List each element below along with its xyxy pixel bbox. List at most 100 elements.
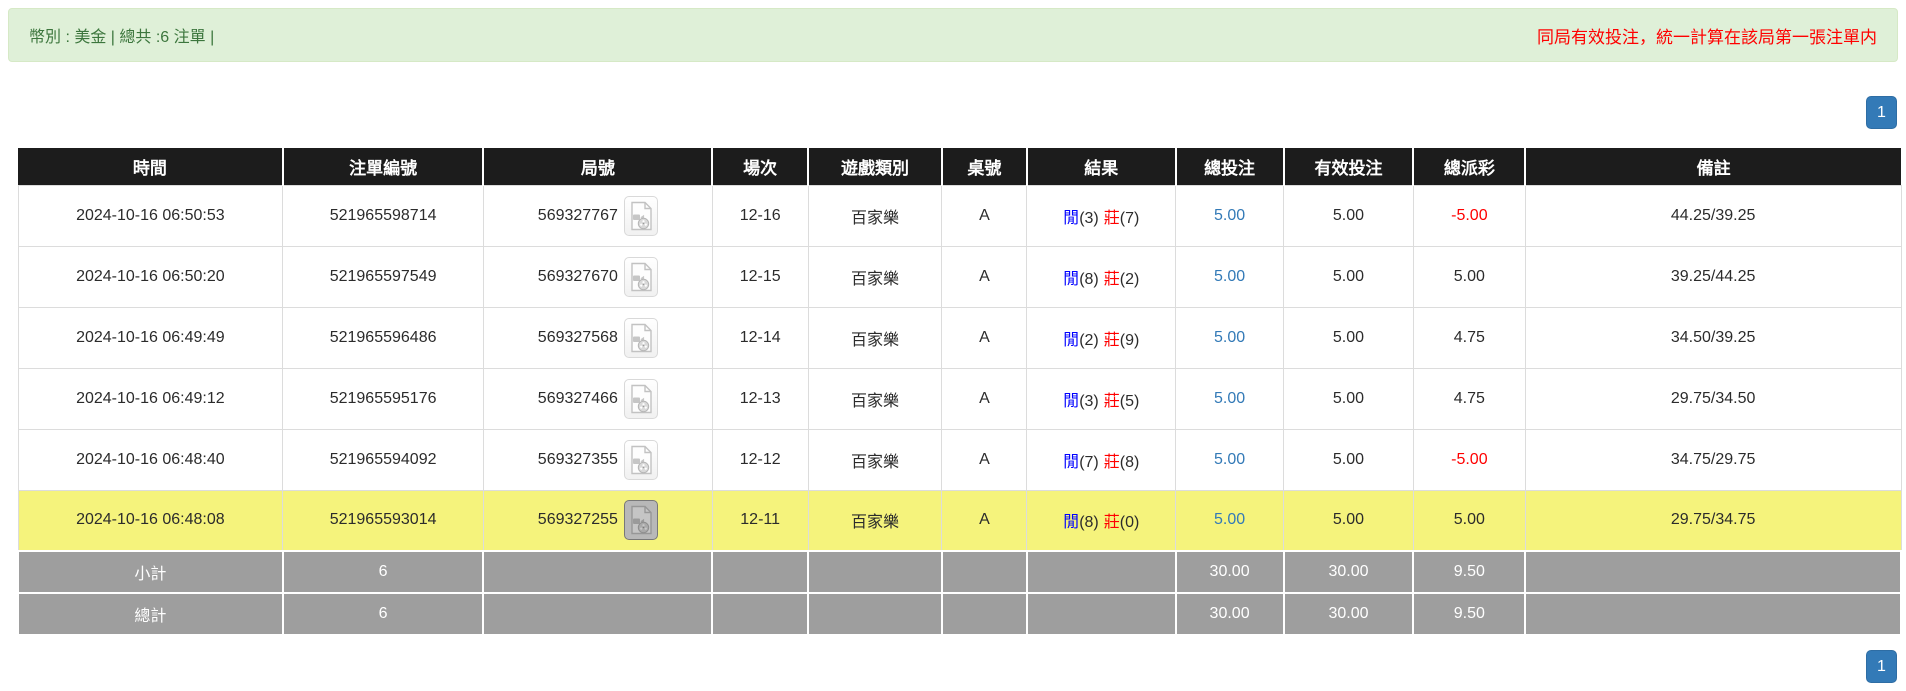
banker-result-label: 莊 [1104,514,1120,531]
result-cell: 閒(3)莊(5) [1027,368,1176,429]
time-cell: 2024-10-16 06:49:49 [18,307,283,368]
payout-cell: 5.00 [1413,490,1525,551]
currency-summary-text: 幣別 : 美金 | 總共 :6 注單 | [29,23,214,47]
bet-id-cell: 521965595176 [283,368,484,429]
subtotal-valid-bet: 30.00 [1284,551,1414,593]
player-result-label: 閒 [1063,271,1079,288]
round-cell: 569327670 [483,246,712,307]
table-body: 2024-10-16 06:50:53 521965598714 5693277… [18,185,1901,635]
subtotal-payout: 9.50 [1413,551,1525,593]
payout-cell: 4.75 [1413,368,1525,429]
payout-cell: -5.00 [1413,429,1525,490]
video-replay-button[interactable] [624,196,658,236]
video-file-icon [629,201,653,231]
table-no-cell: A [942,368,1027,429]
column-header: 總投注 [1176,148,1284,185]
total-empty-cell [1525,593,1901,635]
total-bet-link[interactable]: 5.00 [1214,451,1245,468]
banker-result-label: 莊 [1104,454,1120,471]
player-result-label: 閒 [1063,454,1079,471]
video-file-icon [629,505,653,535]
player-result-score: (8) [1079,271,1099,288]
player-result-score: (2) [1079,332,1099,349]
valid-bet-cell: 5.00 [1284,185,1414,246]
bet-id-cell: 521965594092 [283,429,484,490]
subtotal-empty-cell [1525,551,1901,593]
total-bet-cell: 5.00 [1176,368,1284,429]
time-cell: 2024-10-16 06:48:08 [18,490,283,551]
remark-cell: 29.75/34.75 [1525,490,1901,551]
game-type-cell: 百家樂 [808,429,942,490]
payout-cell: 5.00 [1413,246,1525,307]
banker-result-label: 莊 [1104,393,1120,410]
video-file-icon [629,323,653,353]
payout-cell: -5.00 [1413,185,1525,246]
video-replay-button[interactable] [624,440,658,480]
column-header: 時間 [18,148,283,185]
time-cell: 2024-10-16 06:50:20 [18,246,283,307]
total-empty-cell [1027,593,1176,635]
subtotal-empty-cell [483,551,712,593]
table-no-cell: A [942,307,1027,368]
total-bet-cell: 5.00 [1176,490,1284,551]
banker-result-score: (9) [1120,332,1140,349]
column-header: 局號 [483,148,712,185]
video-replay-button[interactable] [624,318,658,358]
valid-bet-cell: 5.00 [1284,368,1414,429]
banker-result-score: (7) [1120,210,1140,227]
subtotal-count: 6 [283,551,484,593]
remark-cell: 39.25/44.25 [1525,246,1901,307]
video-replay-button[interactable] [624,500,658,540]
banker-result-score: (5) [1120,393,1140,410]
total-bet-link[interactable]: 5.00 [1214,268,1245,285]
remark-cell: 44.25/39.25 [1525,185,1901,246]
page-1-button-top[interactable]: 1 [1866,96,1897,129]
total-payout: 9.50 [1413,593,1525,635]
remark-cell: 29.75/34.50 [1525,368,1901,429]
time-cell: 2024-10-16 06:48:40 [18,429,283,490]
total-bet-cell: 5.00 [1176,185,1284,246]
total-bet-link[interactable]: 5.00 [1214,207,1245,224]
game-type-cell: 百家樂 [808,307,942,368]
round-id: 569327568 [538,329,618,346]
valid-bet-cell: 5.00 [1284,307,1414,368]
round-cell: 569327568 [483,307,712,368]
valid-bet-cell: 5.00 [1284,429,1414,490]
total-bet-cell: 5.00 [1176,307,1284,368]
game-type-cell: 百家樂 [808,490,942,551]
remark-cell: 34.50/39.25 [1525,307,1901,368]
round-cell: 569327767 [483,185,712,246]
video-file-icon [629,445,653,475]
game-type-cell: 百家樂 [808,368,942,429]
page-1-button-bottom[interactable]: 1 [1866,650,1897,683]
column-header: 場次 [712,148,808,185]
total-bet-link[interactable]: 5.00 [1214,511,1245,528]
session-cell: 12-12 [712,429,808,490]
table-no-cell: A [942,490,1027,551]
result-cell: 閒(7)莊(8) [1027,429,1176,490]
table-no-cell: A [942,246,1027,307]
subtotal-empty-cell [808,551,942,593]
player-result-score: (8) [1079,514,1099,531]
pagination-bottom: 1 [0,650,1897,683]
result-cell: 閒(8)莊(0) [1027,490,1176,551]
total-bet-link[interactable]: 5.00 [1214,329,1245,346]
bet-id-cell: 521965597549 [283,246,484,307]
pagination-top: 1 [0,96,1897,129]
game-type-cell: 百家樂 [808,185,942,246]
round-id: 569327255 [538,511,618,528]
total-bet-link[interactable]: 5.00 [1214,390,1245,407]
valid-bet-cell: 5.00 [1284,246,1414,307]
video-replay-button[interactable] [624,379,658,419]
game-type-cell: 百家樂 [808,246,942,307]
table-row: 2024-10-16 06:50:20 521965597549 5693276… [18,246,1901,307]
video-replay-button[interactable] [624,257,658,297]
table-row: 2024-10-16 06:49:49 521965596486 5693275… [18,307,1901,368]
session-cell: 12-11 [712,490,808,551]
total-label: 總計 [18,593,283,635]
bet-history-table-wrap: 時間注單編號局號場次遊戲類別桌號結果總投注有效投注總派彩備註 2024-10-1… [17,148,1902,636]
banker-result-label: 莊 [1104,271,1120,288]
subtotal-total-bet: 30.00 [1176,551,1284,593]
banker-result-score: (0) [1120,514,1140,531]
column-header: 桌號 [942,148,1027,185]
